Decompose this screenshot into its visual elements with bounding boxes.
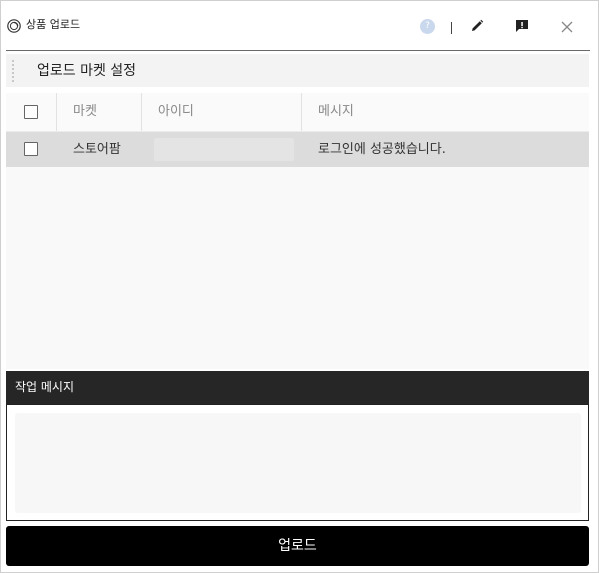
column-divider [141,93,142,131]
column-divider [56,93,57,131]
log-title: 작업 메시지 [15,380,75,394]
row-checkbox[interactable] [24,142,38,156]
upload-button[interactable]: 업로드 [6,526,589,566]
select-all-checkbox[interactable] [24,105,38,119]
table-header: 마켓 아이디 메시지 [6,93,589,132]
section-header: 업로드 마켓 설정 [6,54,589,87]
edit-icon[interactable] [469,18,485,34]
cell-id-redacted [154,138,294,161]
column-header-market[interactable]: 마켓 [73,104,97,120]
header-divider [6,50,590,51]
app-logo-icon [7,18,21,33]
window-title: 상품 업로드 [26,18,81,31]
log-header: 작업 메시지 [6,371,589,404]
market-table: 마켓 아이디 메시지 스토어팜 로그인에 성공했습니다. [6,93,589,369]
report-icon[interactable] [514,18,530,34]
close-icon[interactable] [560,19,574,33]
cell-message: 로그인에 성공했습니다. [318,142,446,157]
column-header-message[interactable]: 메시지 [318,104,354,120]
help-icon[interactable]: ? [420,19,435,34]
drag-handle-icon[interactable] [12,60,16,82]
log-content [15,413,581,513]
cell-market: 스토어팜 [73,142,121,157]
titlebar: 상품 업로드 ? [1,1,598,51]
column-divider [301,93,302,131]
column-header-id[interactable]: 아이디 [158,104,194,120]
log-area[interactable] [6,404,589,521]
section-title: 업로드 마켓 설정 [37,63,137,79]
table-row[interactable]: 스토어팜 로그인에 성공했습니다. [6,132,589,167]
toolbar-separator [451,22,452,34]
upload-window: 상품 업로드 ? 업로드 마켓 설정 마켓 아이디 메시지 스토어팜 로그인에 … [0,0,599,573]
